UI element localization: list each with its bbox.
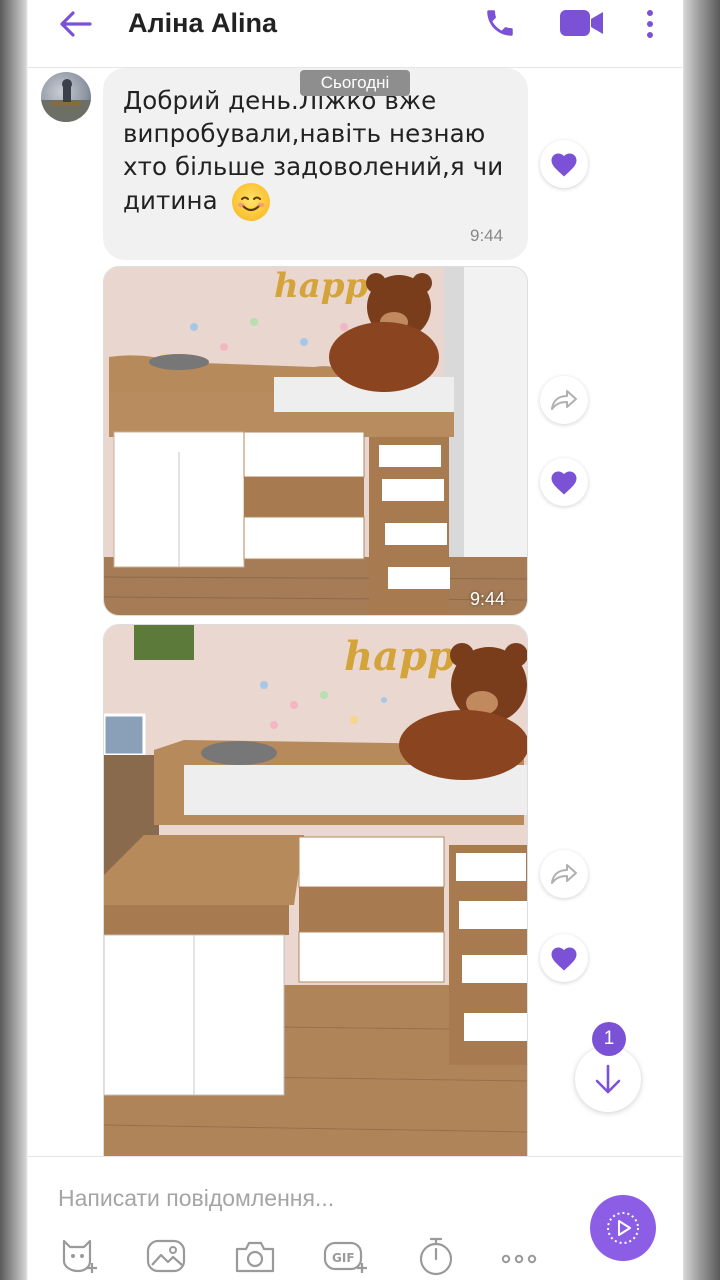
video-call-button[interactable] bbox=[558, 6, 606, 40]
smiling-face-icon bbox=[231, 183, 270, 221]
image-time: 9:44 bbox=[470, 589, 506, 609]
share-forward-icon bbox=[551, 390, 577, 410]
video-camera-icon bbox=[560, 10, 603, 36]
gallery-icon bbox=[146, 1239, 186, 1273]
arrow-left-icon bbox=[60, 11, 92, 37]
heart-icon bbox=[551, 947, 577, 971]
gif-icon: GIF bbox=[323, 1241, 367, 1273]
contact-name[interactable]: Аліна Alina bbox=[128, 8, 277, 39]
forward-button[interactable] bbox=[540, 850, 588, 898]
image-message[interactable]: happy 9:44 bbox=[103, 266, 528, 616]
gallery-button[interactable] bbox=[144, 1235, 188, 1277]
image-message[interactable]: happy bbox=[103, 624, 528, 1164]
bunk-bed-photo: happy bbox=[104, 267, 527, 615]
heart-icon bbox=[551, 153, 577, 177]
arrow-down-icon bbox=[595, 1064, 621, 1094]
more-vertical-icon bbox=[647, 10, 653, 38]
more-menu-button[interactable] bbox=[640, 6, 660, 42]
unread-count-badge: 1 bbox=[592, 1022, 626, 1056]
camera-icon bbox=[235, 1241, 275, 1273]
like-button[interactable] bbox=[540, 140, 588, 188]
gif-button[interactable]: GIF bbox=[322, 1235, 367, 1277]
svg-text:GIF: GIF bbox=[332, 1251, 355, 1265]
sticker-icon bbox=[62, 1239, 97, 1273]
message-bubble[interactable]: Добрий день.Ліжко вже випробували,навіть… bbox=[103, 68, 528, 260]
date-separator: Сьогодні bbox=[300, 70, 410, 96]
phone-icon bbox=[487, 10, 513, 36]
more-horizontal-icon bbox=[501, 1254, 537, 1264]
call-button[interactable] bbox=[483, 6, 517, 40]
message-input[interactable] bbox=[58, 1181, 578, 1215]
back-button[interactable] bbox=[56, 8, 96, 40]
message-time: 9:44 bbox=[470, 226, 504, 245]
send-button[interactable] bbox=[590, 1195, 656, 1261]
send-icon bbox=[607, 1212, 639, 1244]
message-composer: GIF bbox=[28, 1156, 683, 1280]
timer-button[interactable] bbox=[414, 1235, 458, 1277]
share-forward-icon bbox=[551, 864, 577, 884]
sticker-button[interactable] bbox=[56, 1235, 100, 1277]
forward-button[interactable] bbox=[540, 376, 588, 424]
camera-button[interactable] bbox=[233, 1235, 277, 1277]
chat-header: Аліна Alina bbox=[28, 0, 683, 68]
bunk-bed-desk-photo: happy bbox=[104, 625, 527, 1163]
message-text: Добрий день.Ліжко вже випробували,навіть… bbox=[123, 84, 513, 221]
like-button[interactable] bbox=[540, 934, 588, 982]
heart-icon bbox=[551, 471, 577, 495]
timer-icon bbox=[419, 1237, 453, 1276]
contact-avatar[interactable] bbox=[41, 72, 91, 122]
chat-screen: Аліна Alina Добрий день.Ліжко вже випроб… bbox=[28, 0, 683, 1280]
like-button[interactable] bbox=[540, 458, 588, 506]
avatar-photo bbox=[41, 79, 91, 122]
more-options-button[interactable] bbox=[498, 1235, 542, 1277]
message-body: Добрий день.Ліжко вже випробували,навіть… bbox=[123, 86, 504, 215]
